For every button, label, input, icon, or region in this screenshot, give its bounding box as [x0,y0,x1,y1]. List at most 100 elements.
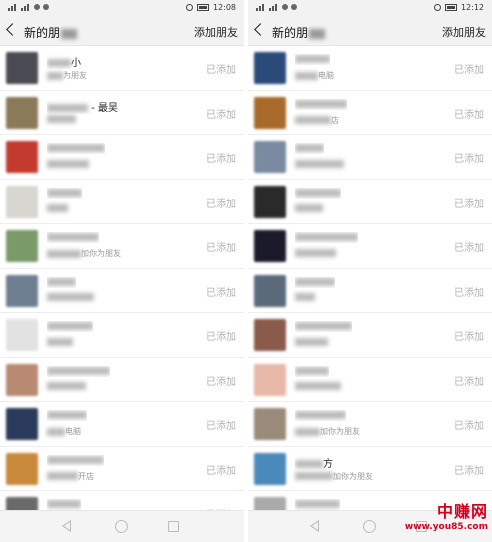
system-back-icon[interactable] [310,520,319,532]
friend-request-list: 小 为朋友 已添加 - 最吴 已添加 已添加 已添加 加你为朋友 已添加 已添加… [0,46,244,510]
contact-name: 小 [47,54,81,69]
status-icons-left [8,3,49,11]
list-item[interactable]: 已添加 [0,313,244,358]
list-item[interactable]: 已添加 [0,269,244,313]
contact-name [47,143,105,154]
avatar[interactable] [254,96,286,129]
page-title: 新的朋 [272,24,326,41]
contact-name [47,232,99,243]
nav-bar: 新的朋 添加朋友 [248,16,492,46]
avatar[interactable] [254,319,286,351]
list-item[interactable]: 已添加 [248,224,492,269]
avatar[interactable] [6,52,38,84]
avatar[interactable] [6,96,38,129]
list-item[interactable]: 电脑 已添加 [248,46,492,91]
contact-name: - 最吴 [47,99,118,114]
request-message [47,337,73,346]
avatar[interactable] [254,185,286,218]
added-status: 已添加 [454,421,484,432]
list-item[interactable]: 电脑 已添加 [0,402,244,447]
contact-name [295,277,335,288]
request-message [47,382,86,391]
request-message [47,293,94,302]
avatar[interactable] [254,274,286,307]
avatar[interactable] [254,52,286,84]
avatar[interactable] [254,408,286,440]
list-item[interactable]: 已添加 [248,180,492,224]
contact-name [47,410,87,421]
request-message: 为朋友 [47,70,87,81]
list-item[interactable]: 已添加 [0,135,244,180]
system-home-icon[interactable] [115,520,128,533]
system-back-icon[interactable] [62,520,71,532]
back-arrow-icon[interactable] [6,23,19,36]
added-status: 已添加 [206,154,236,165]
notification-icon [43,4,49,10]
system-home-icon[interactable] [363,520,376,533]
contact-name [295,232,358,243]
added-status: 已添加 [206,65,236,76]
battery-icon [196,4,209,11]
avatar[interactable] [254,230,286,262]
avatar[interactable] [6,497,38,510]
status-time: 12:08 [212,3,236,12]
status-icons-right: 12:12 [433,3,484,12]
added-status: 已添加 [454,243,484,254]
request-message: 加你为朋友 [295,426,360,437]
list-item[interactable]: - 最吴 已添加 [0,91,244,135]
contact-name [47,321,93,332]
status-icons-left [256,3,297,11]
avatar[interactable] [6,230,38,262]
status-bar: 12:12 [248,0,492,16]
avatar[interactable] [254,141,286,173]
screens: 12:08 新的朋 添加朋友 小 为朋友 已添加 - 最吴 已添加 已添加 已添… [0,0,492,542]
add-friend-button[interactable]: 添加朋友 [442,24,486,40]
status-bar: 12:08 [0,0,244,16]
list-item[interactable]: 已添加 [0,491,244,510]
list-item[interactable]: 已添加 [248,313,492,358]
list-item[interactable]: 已添加 [248,358,492,402]
avatar[interactable] [254,363,286,396]
avatar[interactable] [6,319,38,351]
added-status: 已添加 [206,465,236,477]
contact-name [295,143,324,154]
request-message: 开店 [47,471,94,482]
back-arrow-icon[interactable] [254,23,267,36]
watermark-url: www.you85.com [404,522,488,532]
avatar[interactable] [6,141,38,173]
request-message [47,159,89,168]
request-message [295,382,341,391]
system-recent-icon[interactable] [168,521,179,532]
list-item[interactable]: 已添加 [0,180,244,224]
request-message [295,248,336,257]
contact-name [295,99,347,110]
added-status: 已添加 [206,332,236,343]
request-message [295,204,323,213]
list-item[interactable]: 加你为朋友 已添加 [248,402,492,447]
avatar[interactable] [6,274,38,307]
avatar[interactable] [6,363,38,396]
list-item[interactable]: 店 已添加 [248,91,492,135]
list-item[interactable]: 加你为朋友 已添加 [0,224,244,269]
wifi-icon [34,4,40,10]
list-item[interactable]: 方 加你为朋友 已添加 [248,447,492,491]
avatar[interactable] [6,185,38,218]
list-item[interactable]: 小 为朋友 已添加 [0,46,244,91]
list-item[interactable]: 已添加 [248,135,492,180]
watermark: 中赚网 www.you85.com [388,498,488,538]
avatar[interactable] [254,497,286,510]
avatar[interactable] [6,408,38,440]
request-message: 店 [295,115,339,126]
contact-name [295,54,330,65]
list-item[interactable]: 已添加 [248,269,492,313]
alarm-icon [433,4,441,11]
avatar[interactable] [254,452,286,485]
added-status: 已添加 [454,154,484,165]
list-item[interactable]: 开店 已添加 [0,447,244,491]
contact-name [47,455,104,466]
added-status: 已添加 [454,65,484,76]
request-message [295,159,344,168]
list-item[interactable]: 已添加 [0,358,244,402]
add-friend-button[interactable]: 添加朋友 [194,24,238,40]
avatar[interactable] [6,452,38,485]
